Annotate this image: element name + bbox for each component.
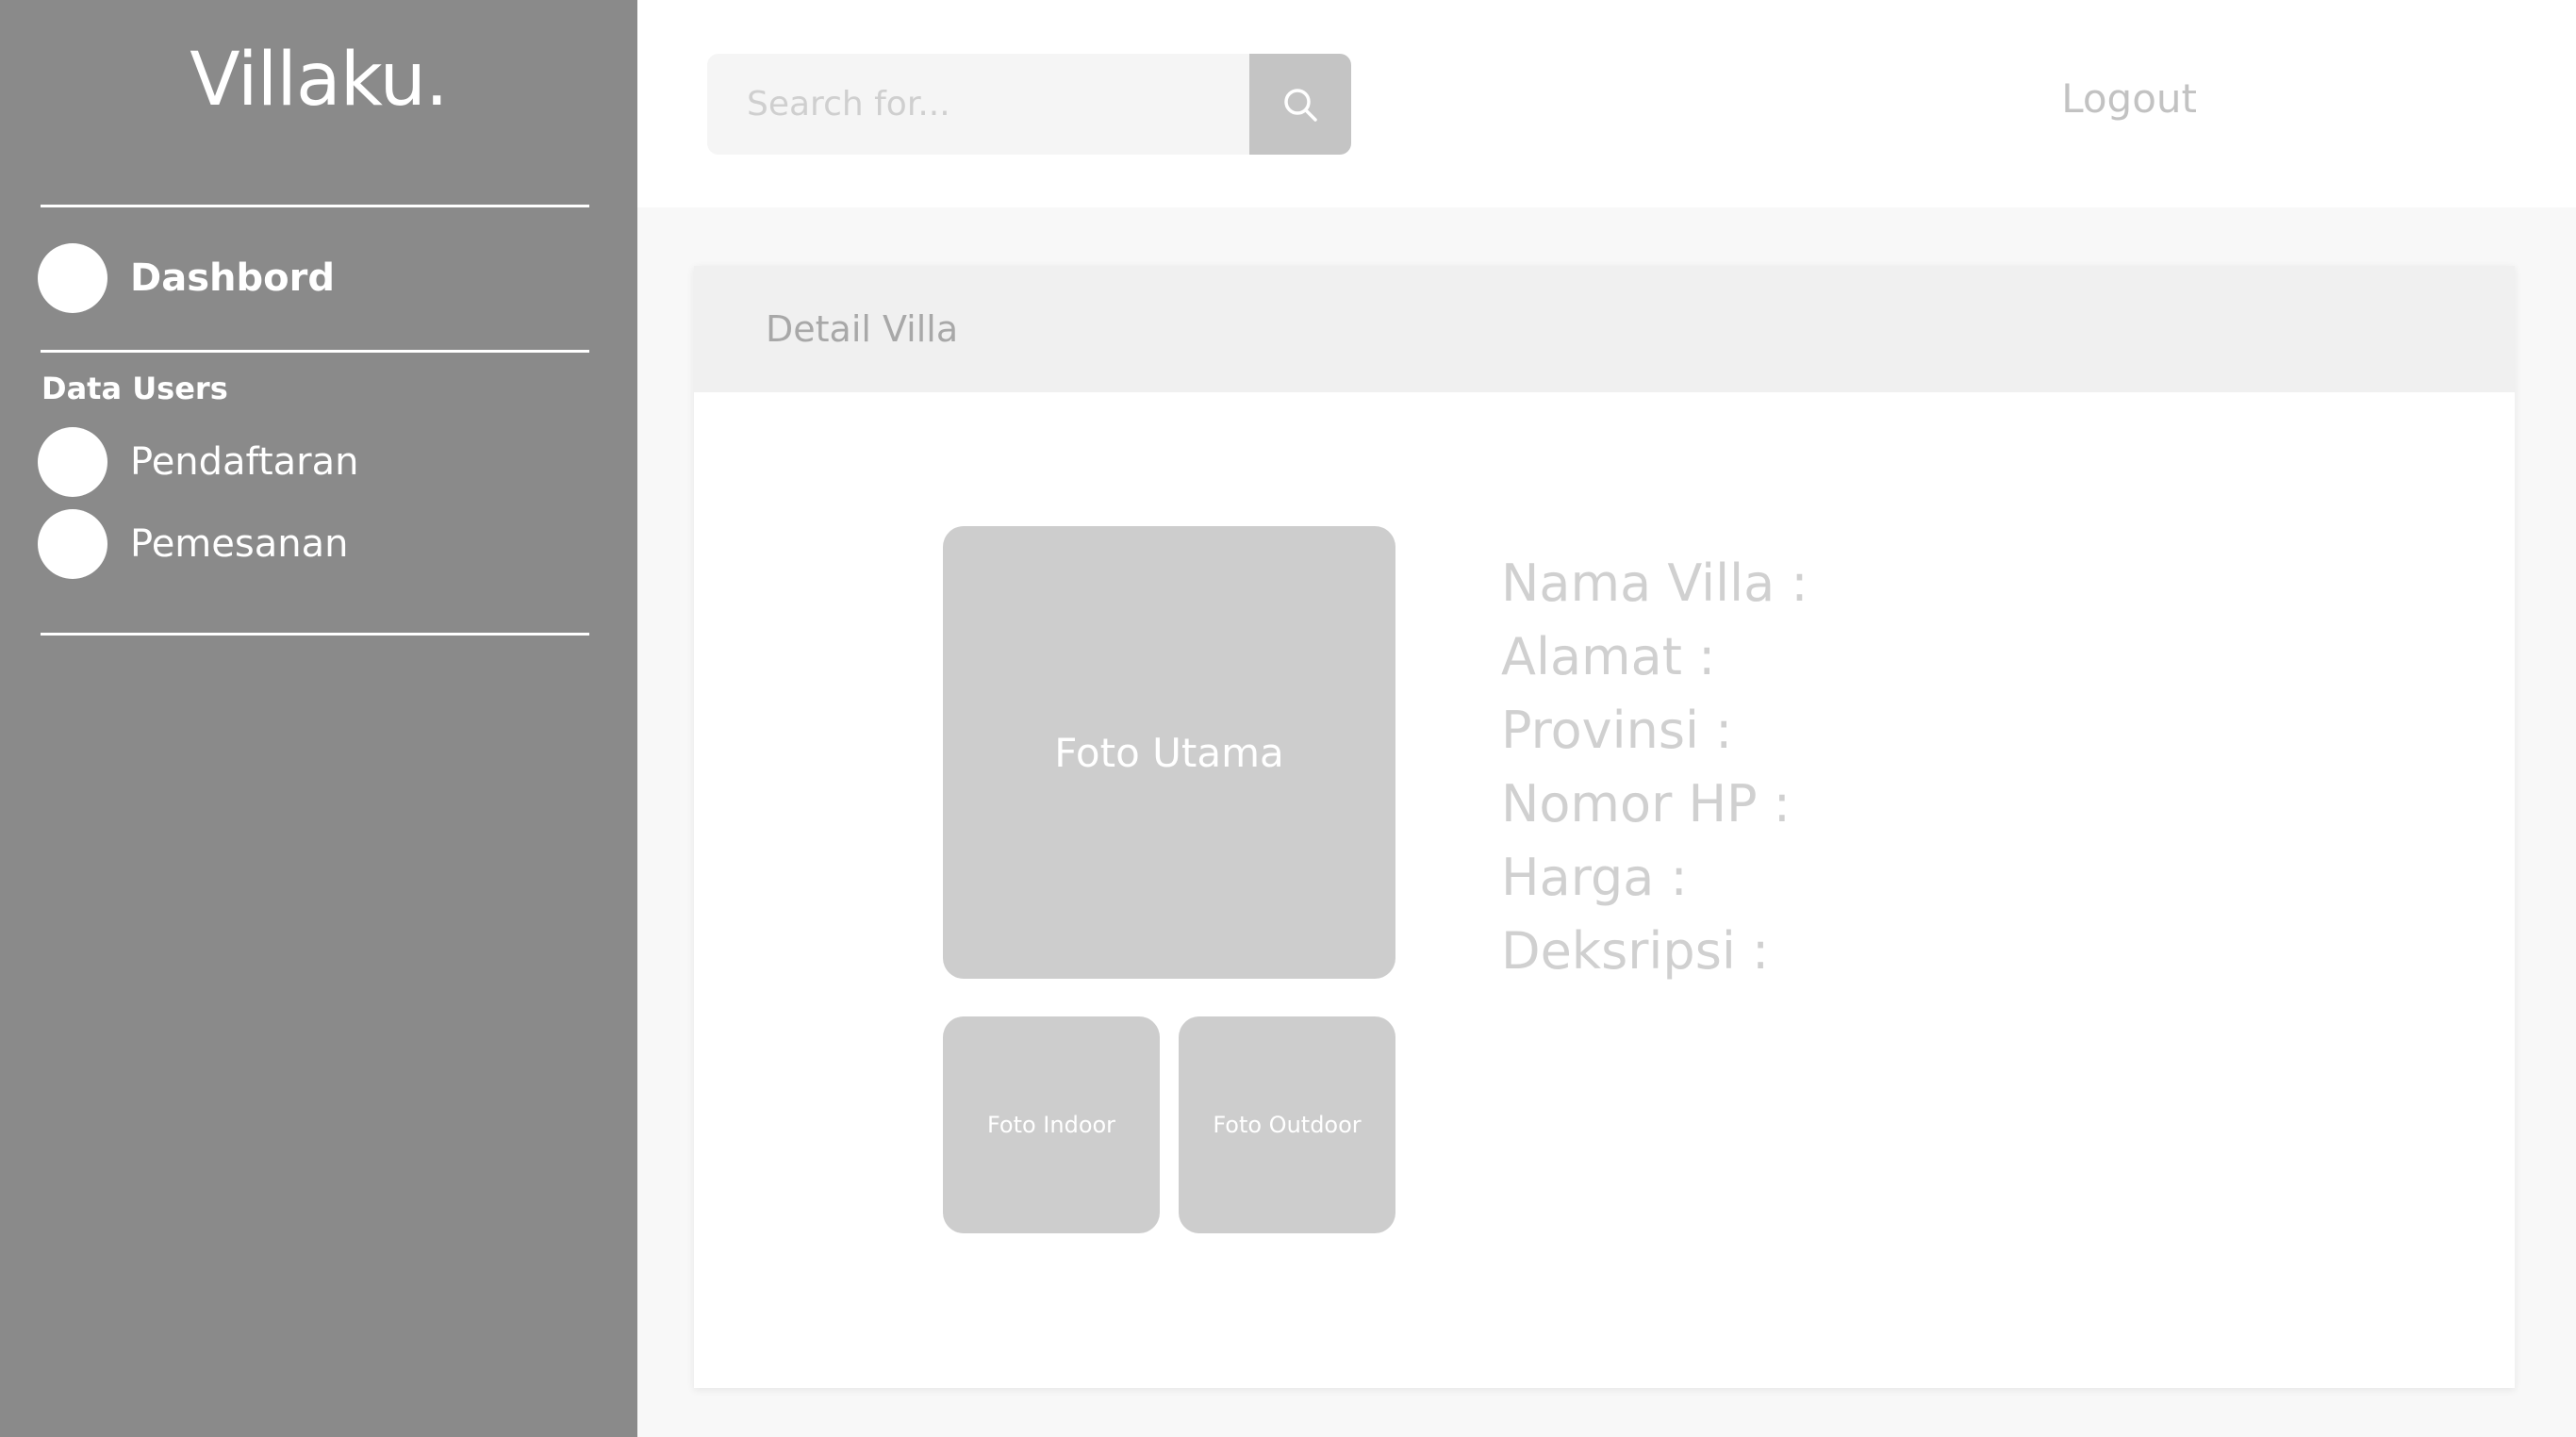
logout-button[interactable]: Logout (2061, 75, 2197, 122)
detail-villa-card: Detail Villa Foto Utama Foto Indoor Foto… (694, 266, 2515, 1388)
field-harga: Harga : (1501, 848, 1688, 907)
sidebar-section-label: Data Users (41, 371, 228, 406)
field-nomor-hp: Nomor HP : (1501, 774, 1791, 834)
sidebar-item-pendaftaran[interactable]: Pendaftaran (38, 427, 358, 497)
brand-logo[interactable]: Villaku. (0, 38, 637, 123)
card-header: Detail Villa (694, 266, 2515, 392)
villa-info-list: Nama Villa : Alamat : Provinsi : Nomor H… (1501, 547, 1808, 988)
field-provinsi: Provinsi : (1501, 701, 1733, 760)
indoor-photo[interactable]: Foto Indoor (943, 1016, 1160, 1233)
sidebar: Villaku. Dashbord Data Users Pendaftaran… (0, 0, 637, 1437)
sidebar-divider (41, 350, 589, 353)
sidebar-item-label: Pendaftaran (130, 440, 359, 484)
search-icon (1284, 88, 1317, 122)
sidebar-divider (41, 205, 589, 207)
indoor-photo-label: Foto Indoor (986, 1112, 1116, 1138)
outdoor-photo-label: Foto Outdoor (1213, 1112, 1362, 1138)
field-nama-villa: Nama Villa : (1501, 553, 1808, 613)
card-title: Detail Villa (766, 308, 959, 350)
outdoor-photo[interactable]: Foto Outdoor (1179, 1016, 1395, 1233)
sidebar-item-pemesanan[interactable]: Pemesanan (38, 509, 348, 579)
main-photo-label: Foto Utama (1054, 729, 1284, 776)
main-photo[interactable]: Foto Utama (943, 526, 1395, 979)
search-input[interactable] (707, 54, 1249, 155)
top-bar: Logout (637, 0, 2576, 207)
field-deskripsi: Deksripsi : (1501, 921, 1770, 981)
pemesanan-icon (38, 509, 107, 579)
sidebar-item-label: Dashbord (130, 256, 335, 300)
field-alamat: Alamat : (1501, 627, 1716, 686)
pendaftaran-icon (38, 427, 107, 497)
dashboard-icon (38, 243, 107, 313)
sidebar-divider (41, 633, 589, 636)
sidebar-item-dashboard[interactable]: Dashbord (38, 243, 335, 313)
search-bar (707, 54, 1351, 155)
sidebar-item-label: Pemesanan (130, 522, 349, 566)
search-button[interactable] (1249, 54, 1351, 155)
